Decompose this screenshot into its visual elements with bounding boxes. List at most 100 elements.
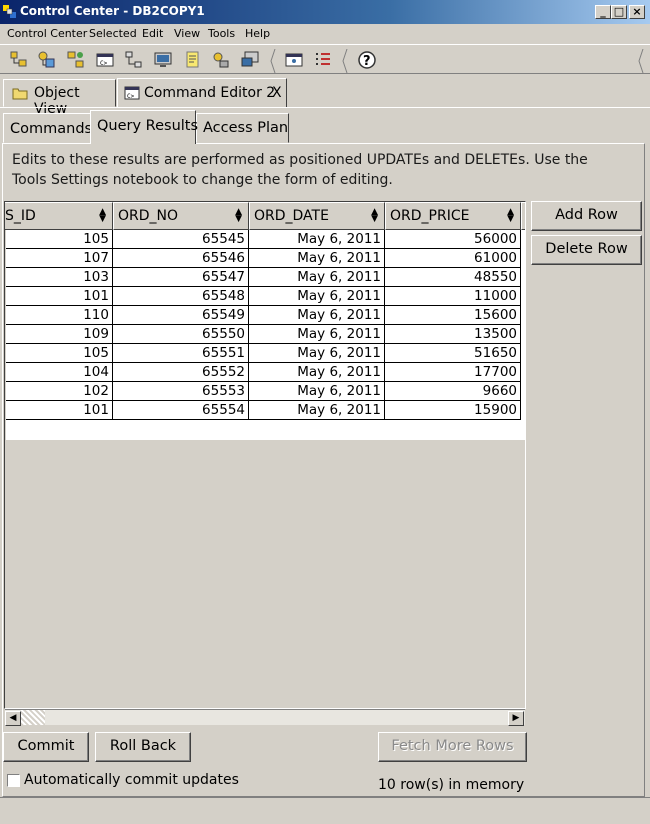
menu-tools[interactable]: Tools	[208, 27, 235, 40]
table-cell-ord-date[interactable]: May 6, 2011	[249, 344, 385, 363]
toolbar-separator	[270, 49, 276, 73]
maximize-button[interactable]: □	[611, 5, 627, 19]
table-cell-ord-date[interactable]: May 6, 2011	[249, 287, 385, 306]
table-cell-s-id[interactable]: 104	[6, 363, 113, 382]
table-cell-ord-no[interactable]: 65552	[113, 363, 249, 382]
table-cell-ord-date[interactable]: May 6, 2011	[249, 401, 385, 420]
table-row[interactable]: 103 65547 May 6, 2011 48550	[6, 268, 525, 287]
sort-icon[interactable]: ▲ ▼	[99, 208, 106, 224]
table-cell-s-id[interactable]: 105	[6, 230, 113, 249]
table-cell-ord-no[interactable]: 65550	[113, 325, 249, 344]
table-cell-ord-price[interactable]: 15900	[385, 401, 521, 420]
table-cell-s-id[interactable]: 110	[6, 306, 113, 325]
key-user-icon[interactable]	[211, 50, 231, 70]
sort-icon[interactable]: ▲ ▼	[235, 208, 242, 224]
table-cell-s-id[interactable]: 101	[6, 401, 113, 420]
table-row[interactable]: 101 65554 May 6, 2011 15900	[6, 401, 525, 420]
object-tree-icon[interactable]	[9, 50, 29, 70]
scroll-right-icon[interactable]: ▶	[508, 711, 524, 726]
table-cell-ord-no[interactable]: 65548	[113, 287, 249, 306]
commit-button[interactable]: Commit	[3, 732, 89, 762]
table-row[interactable]: 105 65545 May 6, 2011 56000	[6, 230, 525, 249]
horizontal-scrollbar[interactable]: ◀ ▶	[5, 709, 525, 726]
scroll-left-icon[interactable]: ◀	[5, 711, 21, 726]
sort-icon[interactable]: ▲ ▼	[507, 208, 514, 224]
table-cell-ord-no[interactable]: 65547	[113, 268, 249, 287]
menu-view[interactable]: View	[174, 27, 200, 40]
table-cell-s-id[interactable]: 109	[6, 325, 113, 344]
relations-icon[interactable]	[124, 50, 144, 70]
table-cell-ord-price[interactable]: 51650	[385, 344, 521, 363]
table-row[interactable]: 101 65548 May 6, 2011 11000	[6, 287, 525, 306]
tab-access-plan[interactable]: Access Plan	[196, 113, 289, 143]
table-cell-ord-no[interactable]: 65553	[113, 382, 249, 401]
delete-row-button[interactable]: Delete Row	[531, 235, 642, 265]
notes-icon[interactable]	[183, 50, 203, 70]
column-label: ORD_NO	[118, 208, 179, 224]
help-icon[interactable]: ?	[357, 50, 377, 70]
column-header-ord-date[interactable]: ORD_DATE ▲ ▼	[249, 202, 385, 230]
minimize-button[interactable]: _	[595, 5, 611, 19]
table-cell-ord-no[interactable]: 65551	[113, 344, 249, 363]
table-row[interactable]: 104 65552 May 6, 2011 17700	[6, 363, 525, 382]
table-cell-s-id[interactable]: 102	[6, 382, 113, 401]
table-cell-ord-date[interactable]: May 6, 2011	[249, 306, 385, 325]
table-cell-s-id[interactable]: 101	[6, 287, 113, 306]
table-cell-ord-date[interactable]: May 6, 2011	[249, 382, 385, 401]
monitor-icon[interactable]	[153, 50, 173, 70]
network-icon[interactable]	[37, 50, 57, 70]
table-cell-ord-date[interactable]: May 6, 2011	[249, 230, 385, 249]
view-panel-icon[interactable]	[284, 50, 304, 70]
table-cell-ord-no[interactable]: 65545	[113, 230, 249, 249]
table-row[interactable]: 110 65549 May 6, 2011 15600	[6, 306, 525, 325]
group-icon[interactable]	[66, 50, 86, 70]
table-cell-s-id[interactable]: 105	[6, 344, 113, 363]
close-tab-icon[interactable]: X	[272, 85, 282, 101]
roll-back-button[interactable]: Roll Back	[95, 732, 191, 762]
tab-object-view[interactable]: Object View	[3, 79, 116, 117]
system-icon[interactable]	[240, 50, 260, 70]
column-header-ord-price[interactable]: ORD_PRICE ▲ ▼	[385, 202, 521, 230]
fetch-more-rows-button[interactable]: Fetch More Rows	[378, 732, 527, 762]
table-cell-ord-no[interactable]: 65554	[113, 401, 249, 420]
table-cell-ord-price[interactable]: 11000	[385, 287, 521, 306]
add-row-button[interactable]: Add Row	[531, 201, 642, 231]
command-editor-icon[interactable]: C>	[95, 50, 115, 70]
column-header-s-id[interactable]: S_ID ▲ ▼	[5, 202, 113, 230]
table-cell-ord-date[interactable]: May 6, 2011	[249, 249, 385, 268]
table-row[interactable]: 102 65553 May 6, 2011 9660	[6, 382, 525, 401]
table-cell-ord-no[interactable]: 65549	[113, 306, 249, 325]
table-cell-ord-price[interactable]: 61000	[385, 249, 521, 268]
table-cell-ord-date[interactable]: May 6, 2011	[249, 325, 385, 344]
menu-help[interactable]: Help	[245, 27, 270, 40]
table-cell-ord-price[interactable]: 17700	[385, 363, 521, 382]
table-cell-ord-date[interactable]: May 6, 2011	[249, 268, 385, 287]
table-cell-ord-price[interactable]: 13500	[385, 325, 521, 344]
table-row[interactable]: 107 65546 May 6, 2011 61000	[6, 249, 525, 268]
menu-selected[interactable]: Selected	[89, 27, 137, 40]
svg-text:?: ?	[363, 54, 371, 69]
table-cell-s-id[interactable]: 107	[6, 249, 113, 268]
tab-commands[interactable]: Commands	[3, 113, 92, 143]
table-cell-ord-price[interactable]: 56000	[385, 230, 521, 249]
column-header-ord-no[interactable]: ORD_NO ▲ ▼	[113, 202, 249, 230]
table-cell-ord-price[interactable]: 15600	[385, 306, 521, 325]
table-cell-ord-no[interactable]: 65546	[113, 249, 249, 268]
table-cell-ord-date[interactable]: May 6, 2011	[249, 363, 385, 382]
auto-commit-checkbox[interactable]	[7, 774, 20, 787]
tab-command-editor[interactable]: C> Command Editor 2 X	[117, 78, 287, 108]
scroll-thumb[interactable]	[21, 710, 45, 725]
table-cell-s-id[interactable]: 103	[6, 268, 113, 287]
table-cell-ord-price[interactable]: 48550	[385, 268, 521, 287]
table-row[interactable]: 105 65551 May 6, 2011 51650	[6, 344, 525, 363]
menu-edit[interactable]: Edit	[142, 27, 163, 40]
sort-icon[interactable]: ▲ ▼	[371, 208, 378, 224]
list-detail-icon[interactable]	[313, 50, 333, 70]
table-row[interactable]: 109 65550 May 6, 2011 13500	[6, 325, 525, 344]
window-title: Control Center - DB2COPY1	[20, 4, 205, 18]
results-grid[interactable]: S_ID ▲ ▼ ORD_NO ▲ ▼ ORD_DATE ▲ ▼ ORD_PRICE …	[4, 201, 526, 709]
table-cell-ord-price[interactable]: 9660	[385, 382, 521, 401]
close-button[interactable]: ×	[629, 5, 645, 19]
menu-control-center[interactable]: Control Center	[7, 27, 87, 40]
tab-query-results[interactable]: Query Results	[90, 110, 198, 144]
